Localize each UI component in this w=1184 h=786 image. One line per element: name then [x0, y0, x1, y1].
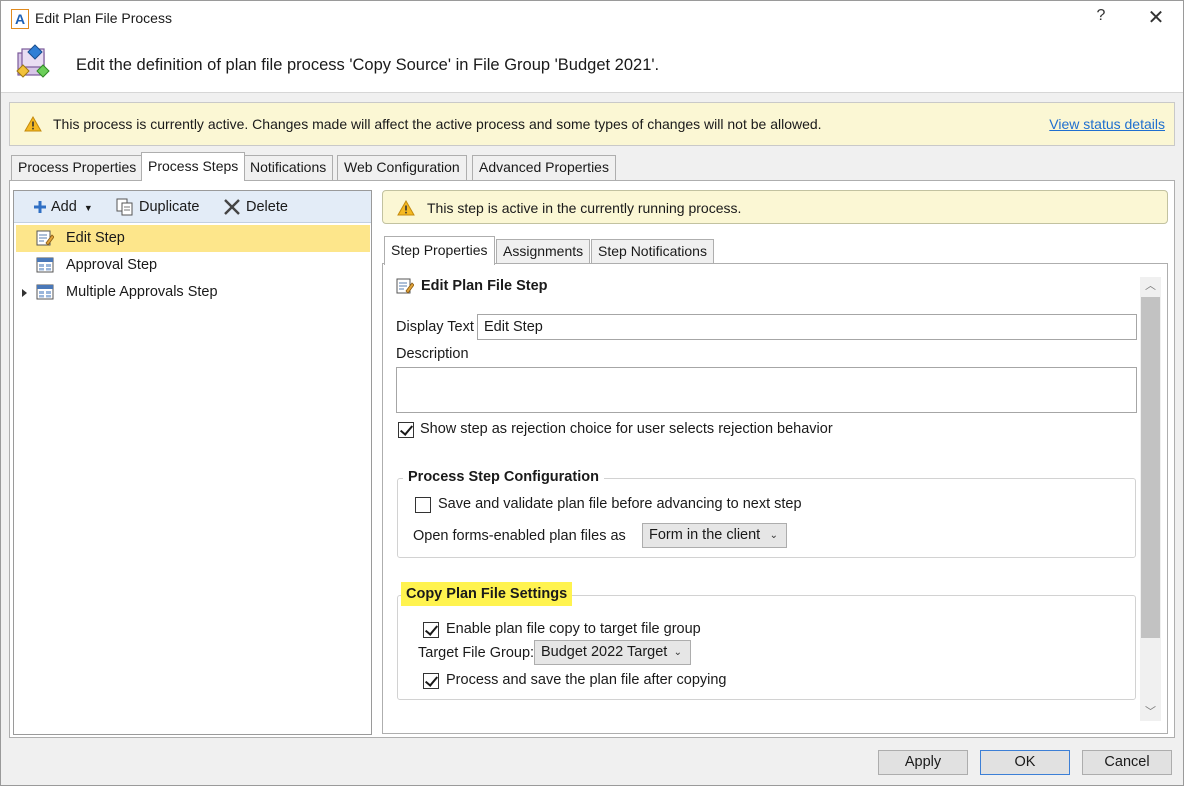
cancel-button[interactable]: Cancel — [1082, 750, 1172, 775]
process-diagram-icon — [16, 44, 50, 78]
header-description: Edit the definition of plan file process… — [76, 56, 660, 74]
apply-button[interactable]: Apply — [878, 750, 968, 775]
target-group-dropdown[interactable]: Budget 2022 Target ⌄ — [534, 640, 691, 665]
display-text-label: Display Text — [396, 319, 474, 335]
tab-process-steps[interactable]: Process Steps — [141, 152, 246, 181]
add-label: Add — [51, 199, 77, 215]
rejection-choice-checkbox[interactable] — [398, 422, 414, 438]
save-validate-label: Save and validate plan file before advan… — [438, 496, 802, 512]
process-step-config-title: Process Step Configuration — [403, 469, 604, 485]
tab-web-configuration[interactable]: Web Configuration — [337, 155, 467, 180]
active-process-banner: This process is currently active. Change… — [9, 102, 1175, 146]
vertical-scrollbar[interactable]: ︿ ﹀ — [1140, 277, 1161, 721]
delete-x-icon — [224, 199, 240, 216]
step-item-approval-step[interactable]: Approval Step — [16, 252, 370, 279]
target-group-label: Target File Group: — [418, 645, 535, 661]
enable-copy-checkbox[interactable] — [423, 622, 439, 638]
step-toolbar: Add ▼ Duplicate Delete — [14, 191, 371, 223]
open-forms-dropdown[interactable]: Form in the client ⌄ — [642, 523, 787, 548]
step-type-title: Edit Plan File Step — [421, 278, 548, 294]
tab-assignments[interactable]: Assignments — [496, 239, 591, 264]
expand-arrow-icon[interactable] — [22, 289, 27, 297]
save-validate-checkbox[interactable] — [415, 497, 431, 513]
step-list-panel: Add ▼ Duplicate Delete Edit Step Approva… — [13, 190, 372, 735]
chevron-down-icon: ⌄ — [769, 530, 778, 541]
step-item-multiple-approvals-step[interactable]: Multiple Approvals Step — [16, 279, 370, 306]
tab-advanced-properties[interactable]: Advanced Properties — [472, 155, 616, 180]
view-status-details-link[interactable]: View status details — [1049, 116, 1165, 132]
tab-step-notifications[interactable]: Step Notifications — [591, 239, 714, 264]
duplicate-icon — [116, 198, 133, 216]
plus-icon — [34, 201, 46, 214]
multiple-approvals-icon — [36, 284, 54, 300]
add-step-button[interactable]: Add ▼ — [34, 197, 93, 217]
chevron-down-icon: ⌄ — [673, 647, 682, 658]
scrollbar-thumb[interactable] — [1141, 297, 1160, 638]
process-save-checkbox[interactable] — [423, 673, 439, 689]
scroll-down-icon[interactable]: ﹀ — [1140, 703, 1161, 721]
step-label: Approval Step — [66, 257, 158, 273]
ok-button[interactable]: OK — [980, 750, 1070, 775]
tab-notifications[interactable]: Notifications — [243, 155, 334, 180]
enable-copy-label: Enable plan file copy to target file gro… — [446, 621, 701, 637]
step-item-edit-step[interactable]: Edit Step — [16, 225, 370, 252]
help-button[interactable]: ? — [1091, 7, 1111, 25]
duplicate-label: Duplicate — [139, 199, 200, 215]
description-field[interactable] — [396, 367, 1137, 413]
step-active-banner: This step is active in the currently run… — [382, 190, 1168, 224]
edit-step-icon — [396, 278, 414, 294]
delete-label: Delete — [246, 199, 288, 215]
window-title: Edit Plan File Process — [35, 10, 172, 26]
app-logo-icon: A — [11, 9, 29, 29]
open-forms-label: Open forms-enabled plan files as — [413, 528, 626, 544]
duplicate-step-button[interactable]: Duplicate — [116, 197, 199, 217]
rejection-choice-label: Show step as rejection choice for user s… — [420, 421, 833, 437]
tab-step-properties[interactable]: Step Properties — [384, 236, 495, 265]
open-forms-value: Form in the client — [649, 527, 761, 543]
dialog-window: A Edit Plan File Process ? ✕ Edit the de… — [0, 0, 1184, 786]
target-group-value: Budget 2022 Target — [541, 644, 668, 660]
delete-step-button[interactable]: Delete — [223, 197, 288, 217]
description-label: Description — [396, 346, 469, 362]
edit-step-icon — [36, 230, 54, 246]
display-text-field[interactable]: Edit Step — [477, 314, 1137, 340]
step-banner-message: This step is active in the currently run… — [427, 200, 742, 216]
banner-message: This process is currently active. Change… — [53, 116, 822, 132]
dropdown-arrow-icon: ▼ — [83, 203, 93, 213]
step-label: Multiple Approvals Step — [66, 284, 218, 300]
process-save-label: Process and save the plan file after cop… — [446, 672, 727, 688]
close-button[interactable]: ✕ — [1144, 5, 1168, 30]
copy-settings-title: Copy Plan File Settings — [401, 582, 573, 606]
warning-icon — [397, 200, 415, 216]
dialog-header: Edit the definition of plan file process… — [1, 37, 1183, 93]
tab-process-properties[interactable]: Process Properties — [11, 155, 144, 180]
warning-icon — [24, 116, 42, 132]
scroll-up-icon[interactable]: ︿ — [1140, 277, 1161, 295]
title-bar: A Edit Plan File Process ? ✕ — [1, 1, 1183, 37]
step-label: Edit Step — [66, 230, 125, 246]
approval-step-icon — [36, 257, 54, 273]
